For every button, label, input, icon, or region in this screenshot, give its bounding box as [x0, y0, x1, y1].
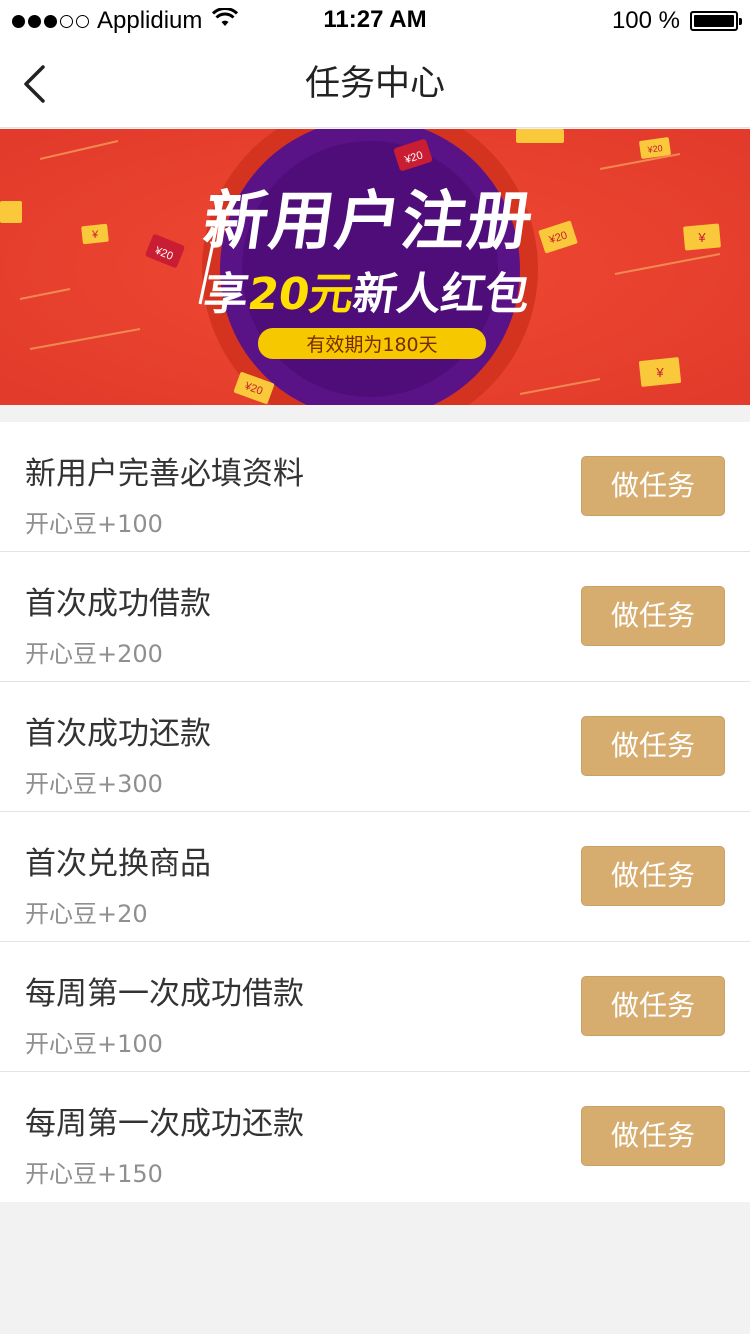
- chevron-left-icon: [24, 65, 45, 103]
- task-item: 每周第一次成功借款 开心豆+100 做任务: [0, 942, 750, 1072]
- nav-bar: 任务中心: [0, 40, 750, 128]
- task-reward: 开心豆+100: [25, 1030, 163, 1058]
- battery-fill: [694, 15, 734, 27]
- task-list: 新用户完善必填资料 开心豆+100 做任务 首次成功借款 开心豆+200 做任务…: [0, 422, 750, 1202]
- banner-subline-suffix: 新人红包: [350, 269, 533, 320]
- do-task-button[interactable]: 做任务: [581, 586, 725, 646]
- battery-percent: 100 %: [611, 7, 680, 34]
- status-bar-left: Applidium: [12, 7, 239, 35]
- banner-subline: 享20元新人红包: [201, 269, 533, 320]
- wifi-icon: [212, 7, 239, 35]
- back-button[interactable]: [14, 60, 54, 108]
- do-task-button[interactable]: 做任务: [581, 456, 725, 516]
- do-task-button[interactable]: 做任务: [581, 716, 725, 776]
- promo-banner[interactable]: ¥20 ¥20 ¥20 ¥20 ¥20 ¥ ¥ ¥ 新用户注册 享20元新人红包…: [0, 129, 750, 405]
- task-name: 新用户完善必填资料: [25, 456, 304, 492]
- do-task-button[interactable]: 做任务: [581, 976, 725, 1036]
- task-reward: 开心豆+200: [25, 640, 163, 668]
- task-item: 新用户完善必填资料 开心豆+100 做任务: [0, 422, 750, 552]
- validity-text: 有效期为180天: [306, 334, 437, 356]
- task-name: 首次成功借款: [25, 586, 211, 622]
- task-name: 每周第一次成功借款: [25, 976, 304, 1012]
- signal-dots-icon: [12, 14, 89, 28]
- page-title: 任务中心: [304, 64, 445, 104]
- task-name: 首次兑换商品: [25, 846, 211, 882]
- do-task-button[interactable]: 做任务: [581, 1106, 725, 1166]
- task-reward: 开心豆+100: [25, 510, 163, 538]
- coin-label-3: ¥: [91, 229, 99, 241]
- task-name: 首次成功还款: [25, 716, 211, 752]
- banner-subline-prefix: 享: [201, 269, 252, 320]
- task-reward: 开心豆+20: [25, 900, 148, 928]
- carrier-name: Applidium: [97, 7, 203, 34]
- task-reward: 开心豆+300: [25, 770, 163, 798]
- task-item: 首次兑换商品 开心豆+20 做任务: [0, 812, 750, 942]
- banner-subline-amount: 20元: [245, 269, 357, 320]
- status-bar: Applidium 11:27 AM 100 %: [0, 0, 750, 40]
- banner-headline: 新用户注册: [199, 184, 539, 259]
- task-name: 每周第一次成功还款: [25, 1106, 304, 1142]
- coin-label-2: ¥: [655, 365, 664, 380]
- status-bar-right: 100 %: [611, 7, 742, 35]
- task-reward: 开心豆+150: [25, 1160, 163, 1188]
- battery-icon: [690, 11, 742, 31]
- task-item: 每周第一次成功还款 开心豆+150 做任务: [0, 1072, 750, 1202]
- coin-label-1: ¥: [697, 230, 706, 245]
- banner-artwork: ¥20 ¥20 ¥20 ¥20 ¥20 ¥ ¥ ¥ 新用户注册 享20元新人红包…: [0, 129, 750, 405]
- do-task-button[interactable]: 做任务: [581, 846, 725, 906]
- task-item: 首次成功还款 开心豆+300 做任务: [0, 682, 750, 812]
- task-item: 首次成功借款 开心豆+200 做任务: [0, 552, 750, 682]
